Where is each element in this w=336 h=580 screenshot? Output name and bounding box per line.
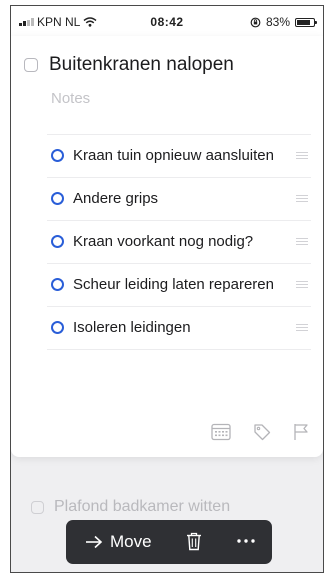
task-checkbox[interactable] [24, 58, 38, 72]
trash-icon[interactable] [186, 532, 202, 551]
status-bar: KPN NL 08:42 83% [11, 6, 323, 36]
checklist-item-label[interactable]: Andere grips [47, 178, 311, 220]
list-item-label[interactable]: Plafond badkamer witten [54, 498, 230, 516]
checklist-item-checkbox[interactable] [51, 235, 64, 248]
checklist-item-checkbox[interactable] [51, 278, 64, 291]
checklist-item[interactable]: Isoleren leidingen [47, 307, 311, 350]
battery-percent: 83% [265, 15, 290, 29]
arrow-right-icon [86, 535, 103, 549]
flag-icon[interactable] [293, 423, 309, 441]
drag-handle-icon[interactable] [296, 195, 308, 202]
checklist-item[interactable]: Kraan voorkant nog nodig? [47, 221, 311, 264]
calendar-icon[interactable] [211, 423, 231, 441]
list-item-checkbox[interactable] [31, 500, 44, 514]
task-title[interactable]: Buitenkranen nalopen [49, 54, 234, 76]
battery-icon [295, 17, 317, 27]
rotation-lock-icon [250, 17, 261, 27]
checklist-item[interactable]: Scheur leiding laten repareren [47, 264, 311, 307]
checklist-item-label[interactable]: Isoleren leidingen [47, 307, 311, 349]
more-icon[interactable] [236, 532, 256, 550]
checklist-item-label[interactable]: Kraan voorkant nog nodig? [47, 221, 311, 263]
tag-icon[interactable] [253, 423, 271, 441]
task-actions [211, 423, 309, 441]
drag-handle-icon[interactable] [296, 238, 308, 245]
task-card[interactable]: Buitenkranen nalopen Notes Kraan tuin op… [11, 36, 323, 457]
status-right: 83% [250, 15, 317, 29]
checklist-item-label[interactable]: Kraan tuin opnieuw aansluiten [47, 135, 311, 177]
drag-handle-icon[interactable] [296, 281, 308, 288]
checklist-item-checkbox[interactable] [51, 149, 64, 162]
checklist-item-checkbox[interactable] [51, 321, 64, 334]
checklist-item[interactable]: Andere grips [47, 178, 311, 221]
move-button-label: Move [110, 532, 152, 551]
move-button[interactable]: Move [85, 532, 152, 552]
drag-handle-icon[interactable] [296, 152, 308, 159]
phone-screen: KPN NL 08:42 83% Buitenkranen nalopen No… [10, 5, 324, 573]
list-item[interactable]: Plafond badkamer witten [31, 498, 230, 516]
checklist-item-label[interactable]: Scheur leiding laten repareren [47, 264, 311, 306]
notes-field[interactable]: Notes [51, 90, 90, 107]
checklist-item[interactable]: Kraan tuin opnieuw aansluiten [47, 135, 311, 178]
checklist-item-checkbox[interactable] [51, 192, 64, 205]
drag-handle-icon[interactable] [296, 324, 308, 331]
selection-toolbar: Move [66, 520, 272, 564]
checklist: Kraan tuin opnieuw aansluiten Andere gri… [47, 134, 311, 350]
